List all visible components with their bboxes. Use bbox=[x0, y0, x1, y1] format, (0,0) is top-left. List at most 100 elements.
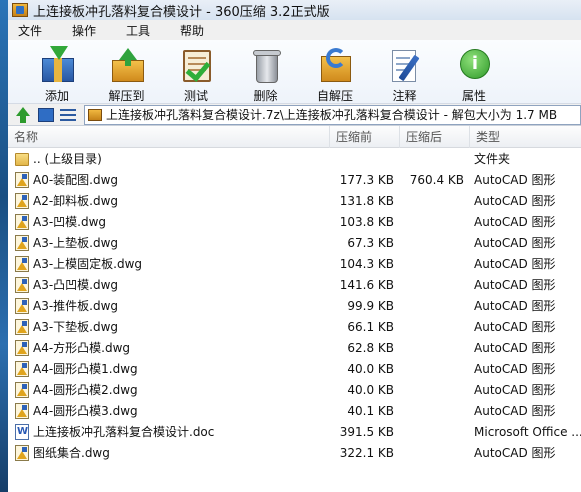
menu-bar: 文件 操作 工具 帮助 bbox=[8, 20, 581, 40]
file-size: 62.8 KB bbox=[347, 340, 394, 355]
archive-window: 上连接板冲孔落料复合模设计 - 360压缩 3.2正式版 文件 操作 工具 帮助… bbox=[8, 0, 581, 492]
table-row[interactable]: A3-下垫板.dwg 66.1 KB AutoCAD 图形 bbox=[8, 316, 581, 337]
table-row[interactable]: A3-上垫板.dwg 67.3 KB AutoCAD 图形 bbox=[8, 232, 581, 253]
table-row[interactable]: 图纸集合.dwg 322.1 KB AutoCAD 图形 bbox=[8, 442, 581, 463]
large-icon-view-icon[interactable] bbox=[38, 108, 54, 122]
self-extract-label: 自解压 bbox=[316, 89, 353, 103]
file-name: A3-凸凹模.dwg bbox=[33, 278, 119, 292]
extract-to-button[interactable]: 解压到 bbox=[92, 40, 162, 104]
table-row[interactable]: A4-方形凸模.dwg 62.8 KB AutoCAD 图形 bbox=[8, 337, 581, 358]
file-packed-size: 760.4 KB bbox=[409, 172, 464, 187]
table-row[interactable]: A4-圆形凸模1.dwg 40.0 KB AutoCAD 图形 bbox=[8, 358, 581, 379]
dwg-icon bbox=[15, 276, 29, 293]
title-bar[interactable]: 上连接板冲孔落料复合模设计 - 360压缩 3.2正式版 bbox=[8, 0, 581, 20]
menu-operation[interactable]: 操作 bbox=[72, 22, 96, 39]
file-type: AutoCAD 图形 bbox=[474, 173, 556, 187]
file-name: 图纸集合.dwg bbox=[33, 446, 110, 460]
menu-tools[interactable]: 工具 bbox=[126, 22, 150, 39]
table-row[interactable]: .. (上级目录) 文件夹 bbox=[8, 148, 581, 169]
file-size: 131.8 KB bbox=[339, 193, 394, 208]
file-size: 40.0 KB bbox=[347, 382, 394, 397]
dwg-icon bbox=[15, 339, 29, 356]
properties-button[interactable]: i 属性 bbox=[439, 40, 509, 104]
file-name-cell: 上连接板冲孔落料复合模设计.doc bbox=[8, 423, 330, 440]
table-row[interactable]: A2-卸料板.dwg 131.8 KB AutoCAD 图形 bbox=[8, 190, 581, 211]
table-row[interactable]: A3-凹模.dwg 103.8 KB AutoCAD 图形 bbox=[8, 211, 581, 232]
file-type: AutoCAD 图形 bbox=[474, 299, 556, 313]
file-size: 99.9 KB bbox=[347, 298, 394, 313]
properties-icon: i bbox=[455, 46, 493, 84]
file-name: A3-上垫板.dwg bbox=[33, 236, 119, 250]
file-name: A4-方形凸模.dwg bbox=[33, 341, 131, 355]
test-button[interactable]: 测试 bbox=[161, 40, 231, 104]
table-row[interactable]: A4-圆形凸模3.dwg 40.1 KB AutoCAD 图形 bbox=[8, 400, 581, 421]
dwg-icon bbox=[15, 213, 29, 230]
self-extract-button[interactable]: 自解压 bbox=[300, 40, 370, 104]
dwg-icon bbox=[15, 255, 29, 272]
file-name: A3-上模固定板.dwg bbox=[33, 257, 143, 271]
file-size: 141.6 KB bbox=[339, 277, 394, 292]
table-row[interactable]: A3-凸凹模.dwg 141.6 KB AutoCAD 图形 bbox=[8, 274, 581, 295]
dwg-icon bbox=[15, 297, 29, 314]
table-row[interactable]: A4-圆形凸模2.dwg 40.0 KB AutoCAD 图形 bbox=[8, 379, 581, 400]
toolbar: 添加 解压到 测试 删除 自解压 注释 i 属性 bbox=[8, 40, 581, 104]
menu-help[interactable]: 帮助 bbox=[180, 22, 204, 39]
dwg-icon bbox=[15, 381, 29, 398]
file-name: A3-下垫板.dwg bbox=[33, 320, 119, 334]
delete-button[interactable]: 删除 bbox=[231, 40, 301, 104]
window-title: 上连接板冲孔落料复合模设计 - 360压缩 3.2正式版 bbox=[33, 4, 330, 20]
dwg-icon bbox=[15, 360, 29, 377]
file-size: 177.3 KB bbox=[339, 172, 394, 187]
file-name: A4-圆形凸模1.dwg bbox=[33, 362, 138, 376]
table-row[interactable]: A3-推件板.dwg 99.9 KB AutoCAD 图形 bbox=[8, 295, 581, 316]
file-name: .. (上级目录) bbox=[33, 152, 102, 166]
add-button[interactable]: 添加 bbox=[22, 40, 92, 104]
file-list: .. (上级目录) 文件夹 A0-装配图.dwg 177.3 KB 760.4 KB Au… bbox=[8, 148, 581, 463]
file-size: 103.8 KB bbox=[339, 214, 394, 229]
desktop-background bbox=[0, 0, 8, 492]
doc-icon bbox=[15, 423, 29, 440]
file-size: 391.5 KB bbox=[339, 424, 394, 439]
up-arrow-icon[interactable] bbox=[14, 106, 32, 124]
file-type: AutoCAD 图形 bbox=[474, 215, 556, 229]
dwg-icon bbox=[15, 234, 29, 251]
file-size: 66.1 KB bbox=[347, 319, 394, 334]
file-name-cell: A4-圆形凸模1.dwg bbox=[8, 360, 330, 377]
add-archive-icon bbox=[38, 46, 76, 84]
file-size: 67.3 KB bbox=[347, 235, 394, 250]
menu-file[interactable]: 文件 bbox=[18, 22, 42, 39]
file-size: 104.3 KB bbox=[339, 256, 394, 271]
file-type: Microsoft Office ... bbox=[474, 424, 581, 439]
folder-icon bbox=[15, 153, 29, 166]
file-name-cell: A3-下垫板.dwg bbox=[8, 318, 330, 335]
file-name: A2-卸料板.dwg bbox=[33, 194, 119, 208]
column-header-name[interactable]: 名称 bbox=[8, 125, 330, 148]
comment-button[interactable]: 注释 bbox=[370, 40, 440, 104]
file-type: AutoCAD 图形 bbox=[474, 446, 556, 460]
address-bar: 上连接板冲孔落料复合模设计.7z\上连接板冲孔落料复合模设计 - 解包大小为 1… bbox=[8, 104, 581, 126]
column-header-packed[interactable]: 压缩后 bbox=[400, 125, 470, 148]
file-name-cell: A3-上模固定板.dwg bbox=[8, 255, 330, 272]
file-name-cell: 图纸集合.dwg bbox=[8, 444, 330, 461]
dwg-icon bbox=[15, 318, 29, 335]
table-row[interactable]: A0-装配图.dwg 177.3 KB 760.4 KB AutoCAD 图形 bbox=[8, 169, 581, 190]
extract-to-label: 解压到 bbox=[108, 89, 145, 103]
file-type: AutoCAD 图形 bbox=[474, 341, 556, 355]
file-name: 上连接板冲孔落料复合模设计.doc bbox=[33, 425, 215, 439]
dwg-icon bbox=[15, 444, 29, 461]
column-header-size[interactable]: 压缩前 bbox=[330, 125, 400, 148]
address-path-field[interactable]: 上连接板冲孔落料复合模设计.7z\上连接板冲孔落料复合模设计 - 解包大小为 1… bbox=[84, 104, 581, 125]
file-size: 40.1 KB bbox=[347, 403, 394, 418]
list-view-icon[interactable] bbox=[60, 107, 78, 123]
file-name: A4-圆形凸模2.dwg bbox=[33, 383, 138, 397]
table-row[interactable]: 上连接板冲孔落料复合模设计.doc 391.5 KB Microsoft Offic… bbox=[8, 421, 581, 442]
archive-icon bbox=[88, 108, 102, 121]
table-row[interactable]: A3-上模固定板.dwg 104.3 KB AutoCAD 图形 bbox=[8, 253, 581, 274]
dwg-icon bbox=[15, 192, 29, 209]
delete-icon bbox=[247, 46, 285, 84]
comment-icon bbox=[386, 46, 424, 84]
test-icon bbox=[177, 46, 215, 84]
file-name-cell: A3-上垫板.dwg bbox=[8, 234, 330, 251]
comment-label: 注释 bbox=[392, 89, 417, 103]
column-header-type[interactable]: 类型 bbox=[470, 126, 581, 148]
